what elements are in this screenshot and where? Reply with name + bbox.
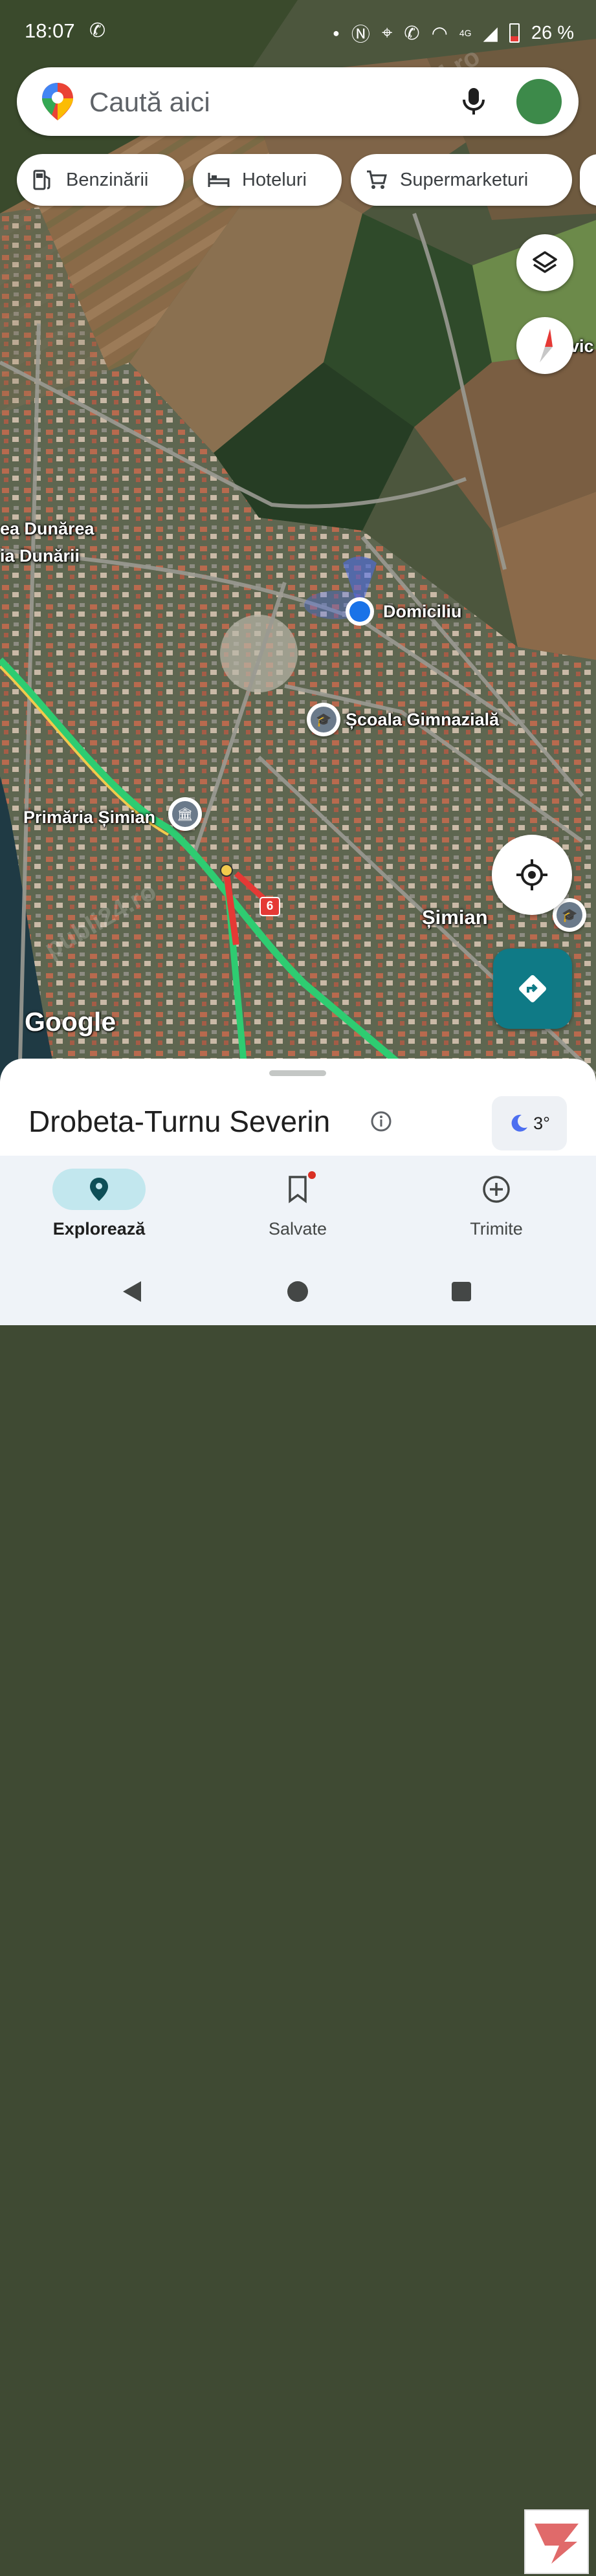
directions-icon — [519, 975, 546, 1002]
nav-item-saved[interactable]: Salvate — [220, 1169, 375, 1239]
compass-button[interactable] — [516, 317, 573, 374]
map-label-home[interactable]: Domiciliu — [383, 602, 462, 622]
city-name: Drobeta-Turnu Severin — [28, 1105, 331, 1138]
search-input[interactable]: Caută aici — [89, 87, 210, 118]
road-number-badge: 6 — [259, 897, 280, 916]
home-icon[interactable] — [287, 1281, 308, 1302]
weather-chip[interactable]: 3° — [492, 1096, 567, 1150]
wifi-call-icon: ✆ — [404, 23, 420, 44]
nav-label: Explorează — [52, 1219, 146, 1238]
chip-label: Hoteluri — [242, 169, 307, 190]
bookmark-icon — [251, 1169, 344, 1210]
temperature: 3° — [533, 1113, 550, 1133]
bottom-sheet[interactable]: Drobeta-Turnu Severin 3° — [0, 1059, 596, 1156]
battery-icon — [509, 23, 520, 43]
signal-icon: ◢ — [483, 23, 498, 44]
shopping-cart-icon — [365, 168, 388, 192]
battery-percent: 26 % — [531, 22, 574, 43]
nfc-icon: Ⓝ — [351, 25, 370, 45]
network-label: 4G — [459, 28, 472, 38]
back-icon[interactable] — [122, 1280, 144, 1303]
profile-avatar[interactable] — [516, 79, 562, 124]
map-label-town-hall[interactable]: Primăria Șimian — [23, 808, 155, 828]
system-navigation-bar — [0, 1254, 596, 2574]
chip-label: Benzinării — [66, 169, 149, 190]
info-icon[interactable] — [370, 1110, 392, 1132]
chip-hotels[interactable]: Hoteluri — [193, 154, 342, 206]
dot-icon: ● — [333, 26, 340, 39]
nav-label: Trimite — [470, 1219, 523, 1238]
recents-icon[interactable] — [452, 1282, 471, 1301]
microphone-icon[interactable] — [457, 84, 491, 118]
bottom-navigation: Explorează Salvate Trimite — [0, 1156, 596, 1254]
location-pin-icon — [52, 1169, 146, 1210]
status-bar: 18:07 ✆ ● Ⓝ ⌖ ✆ ◠ 4G ◢ 26 % — [0, 0, 596, 65]
map-label-town[interactable]: Șimian — [422, 906, 488, 929]
map-label-school[interactable]: Școala Gimnazială — [346, 710, 499, 730]
chip-gas-stations[interactable]: Benzinării — [17, 154, 184, 206]
nav-item-contribute[interactable]: Trimite — [419, 1169, 574, 1239]
town-hall-pin-icon[interactable]: 🏛 — [168, 797, 202, 831]
crosshair-icon — [516, 859, 547, 890]
map-label-place[interactable]: ea Dunărea — [0, 519, 94, 539]
directions-button[interactable] — [493, 949, 572, 1029]
map-label-place[interactable]: ia Dunării — [0, 546, 80, 566]
nav-label: Salvate — [268, 1219, 327, 1238]
bed-icon — [207, 168, 230, 192]
sheet-drag-handle[interactable] — [269, 1070, 326, 1076]
moon-icon — [511, 1114, 528, 1132]
location-icon: ⌖ — [381, 22, 393, 43]
google-logo: Google — [25, 1007, 116, 1037]
chip-label: Supermarketuri — [400, 169, 529, 190]
publi24-logo — [524, 2509, 589, 2574]
maps-logo-icon — [42, 83, 73, 120]
chip-supermarkets[interactable]: Supermarketuri — [351, 154, 572, 206]
layers-icon — [533, 251, 557, 273]
school-pin-icon[interactable]: 🎓 — [307, 703, 340, 736]
compass-icon — [540, 329, 553, 362]
nav-item-explore[interactable]: Explorează — [21, 1169, 177, 1239]
search-bar[interactable]: Caută aici — [17, 67, 579, 136]
add-circle-icon — [450, 1169, 543, 1210]
whatsapp-icon: ✆ — [89, 20, 106, 41]
layers-button[interactable] — [516, 234, 573, 291]
status-time: 18:07 — [25, 19, 75, 42]
my-location-button[interactable] — [492, 835, 572, 915]
gas-station-icon — [31, 168, 54, 192]
wifi-icon: ◠ — [431, 23, 448, 44]
notification-dot — [308, 1171, 316, 1179]
